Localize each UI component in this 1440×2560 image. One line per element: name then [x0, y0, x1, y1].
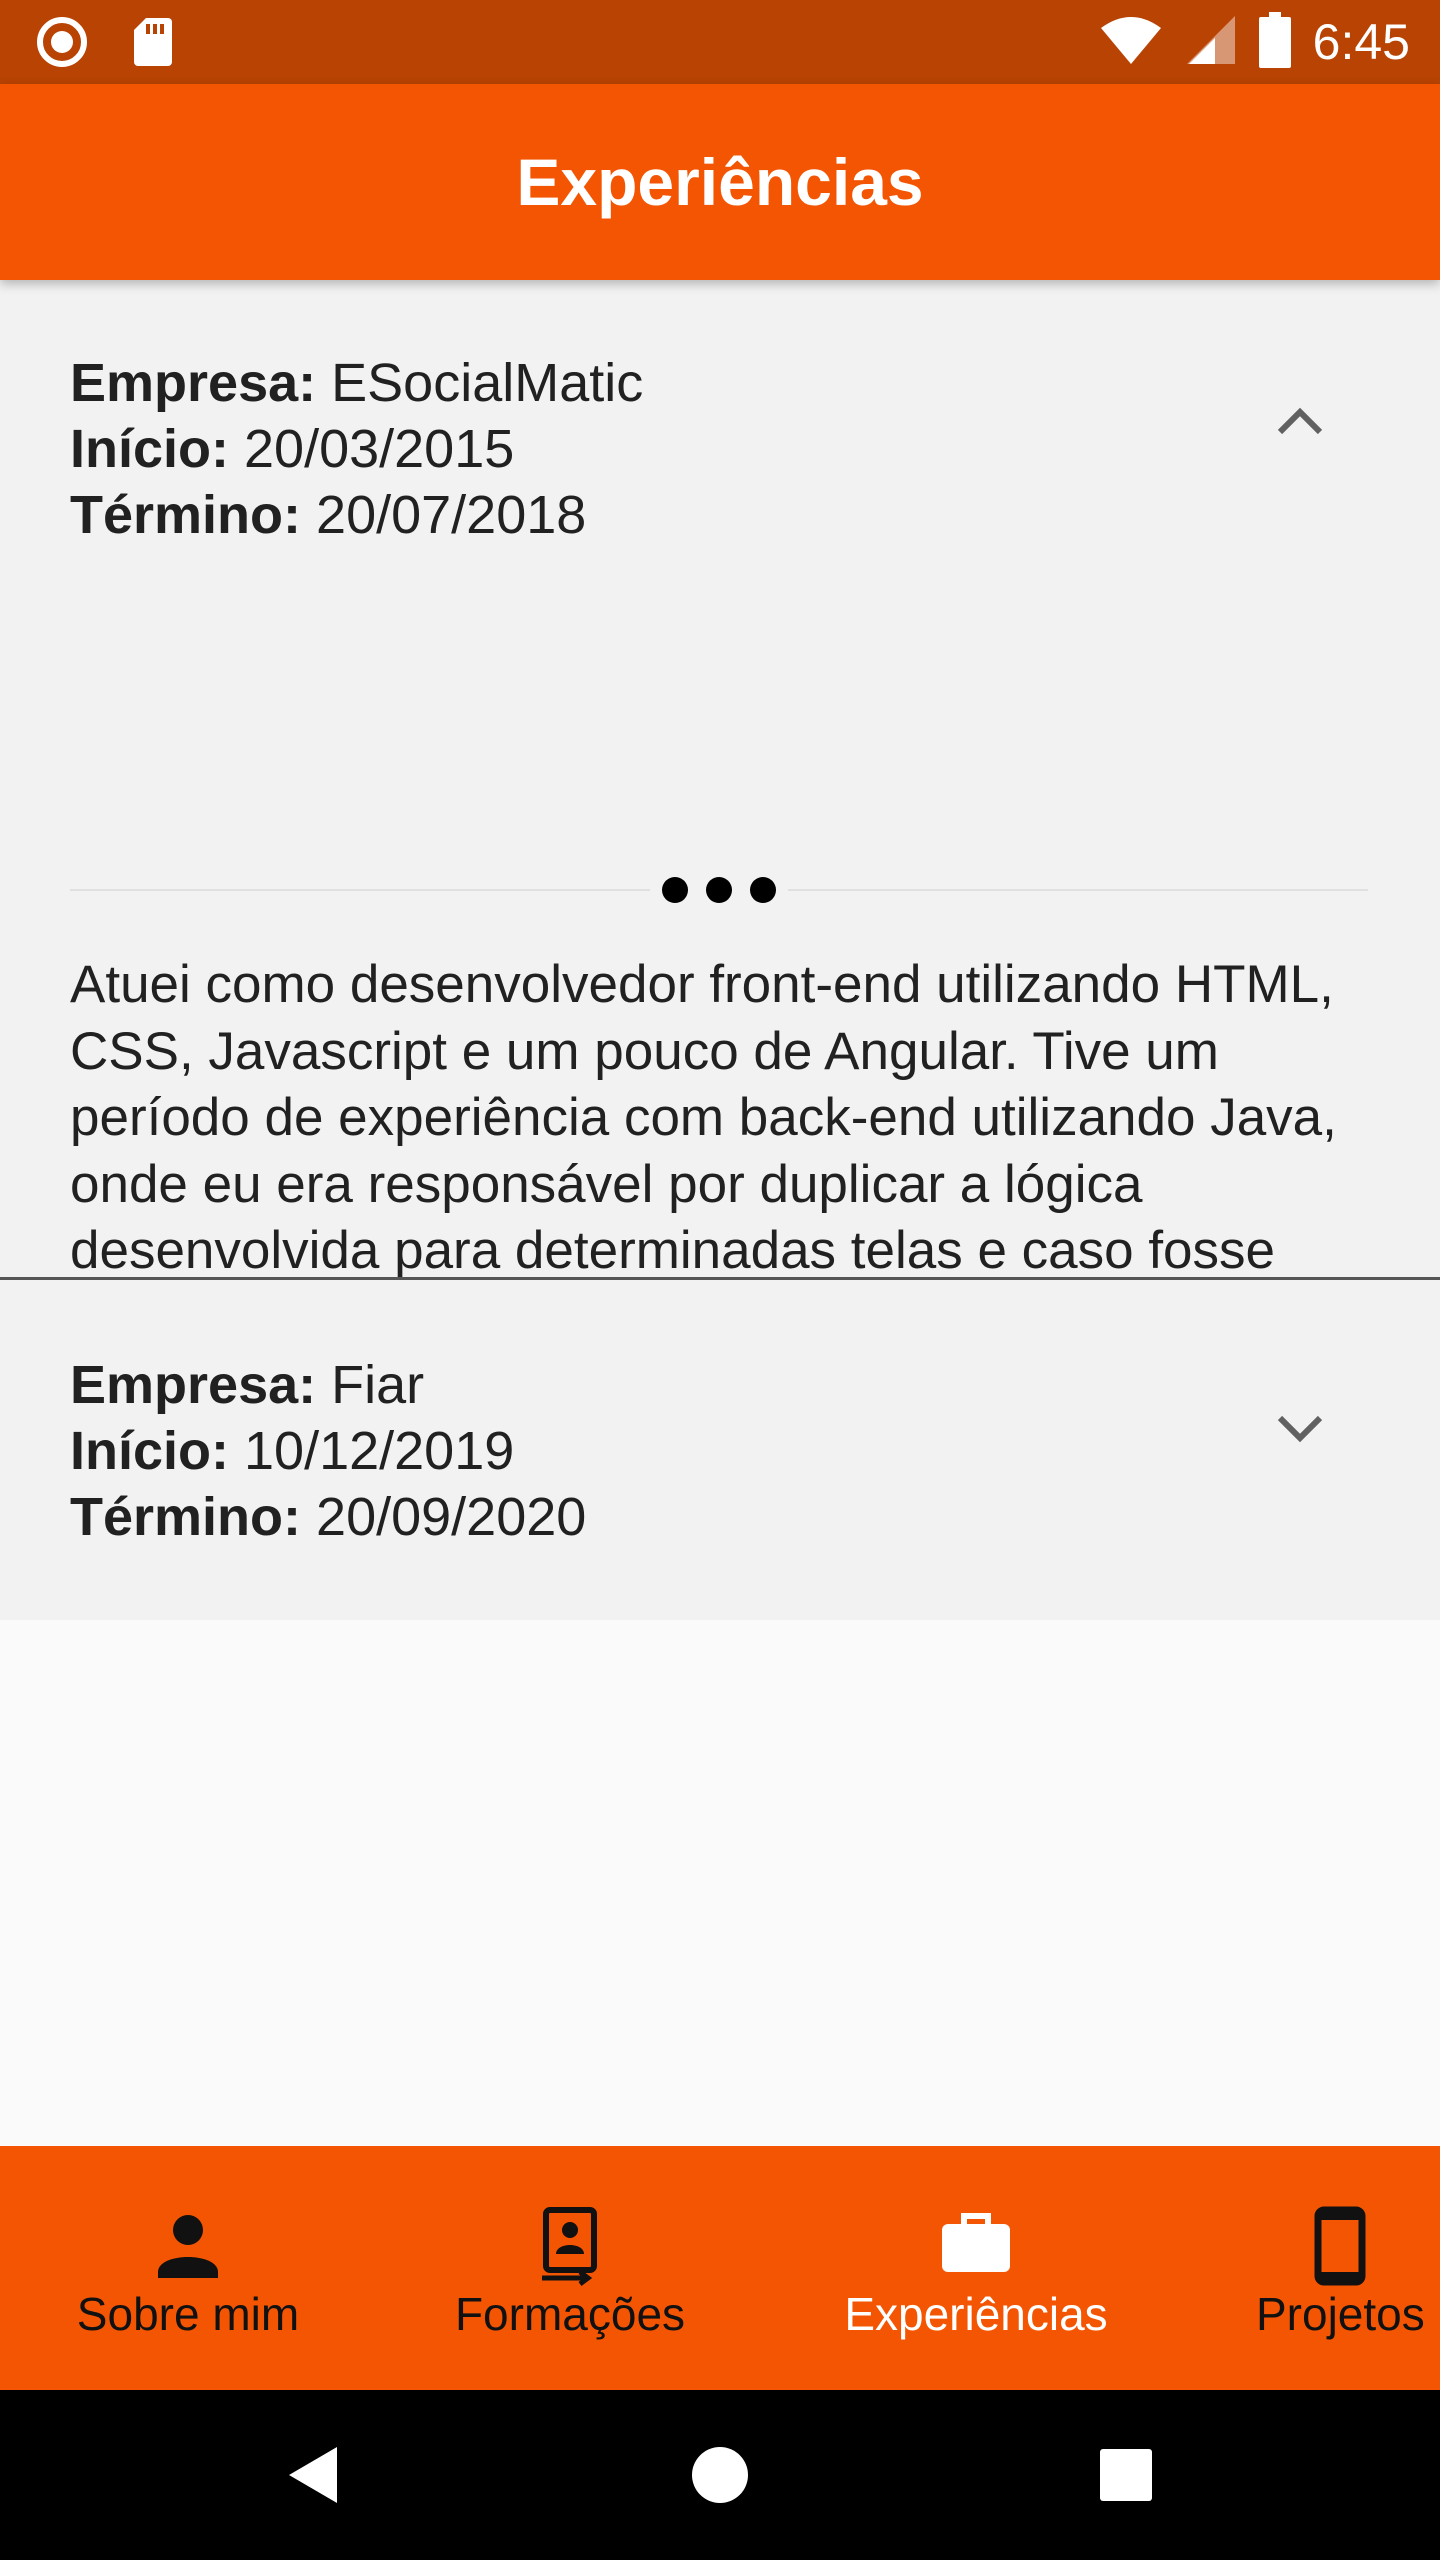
status-time: 6:45	[1312, 14, 1410, 70]
start-label: Início:	[70, 419, 229, 479]
app-bar: Experiências	[0, 84, 1440, 280]
start-date: 10/12/2019	[244, 1421, 515, 1481]
end-date: 20/09/2020	[316, 1487, 587, 1547]
sd-card-icon	[132, 16, 174, 73]
wifi-icon	[1099, 14, 1163, 71]
person-icon	[148, 2206, 228, 2286]
nav-item-projetos[interactable]: Projetos	[1250, 2146, 1440, 2390]
nav-item-experiencias[interactable]: Experiências	[826, 2146, 1126, 2390]
more-dots-icon	[650, 870, 788, 910]
start-date: 20/03/2015	[244, 419, 515, 479]
experience-panel-esocialmatic[interactable]: Empresa: ESocialMatic Início: 20/03/2015…	[0, 280, 1440, 1480]
record-icon	[36, 16, 88, 73]
smartphone-icon	[1300, 2206, 1380, 2286]
recents-icon[interactable]	[1086, 2435, 1166, 2515]
company-label: Empresa:	[70, 1355, 317, 1415]
nav-label: Formações	[454, 2288, 686, 2340]
battery-icon	[1258, 11, 1291, 73]
experience-header[interactable]: Empresa: ESocialMatic Início: 20/03/2015…	[70, 350, 643, 548]
chevron-down-icon[interactable]	[1270, 1398, 1330, 1458]
status-bar: 6:45	[0, 0, 1440, 84]
end-label: Término:	[70, 485, 302, 545]
company-value: ESocialMatic	[331, 353, 644, 413]
briefcase-icon	[936, 2206, 1016, 2286]
page-title: Experiências	[516, 145, 924, 219]
start-label: Início:	[70, 1421, 229, 1481]
bottom-navigation: Sobre mim Formações Experiências Projeto…	[0, 2146, 1440, 2390]
back-icon[interactable]	[275, 2435, 355, 2515]
experience-panel-fiar[interactable]: Empresa: Fiar Início: 10/12/2019 Término…	[0, 1280, 1440, 1620]
company-value: Fiar	[331, 1355, 425, 1415]
company-label: Empresa:	[70, 353, 317, 413]
chevron-up-icon[interactable]	[1270, 392, 1330, 452]
separator	[70, 870, 1368, 910]
nav-item-sobre-mim[interactable]: Sobre mim	[38, 2146, 338, 2390]
nav-label: Sobre mim	[76, 2288, 300, 2340]
contact-book-icon	[530, 2206, 610, 2286]
home-icon[interactable]	[680, 2435, 760, 2515]
nav-label: Experiências	[844, 2288, 1108, 2340]
end-date: 20/07/2018	[316, 485, 587, 545]
experience-header[interactable]: Empresa: Fiar Início: 10/12/2019 Término…	[70, 1352, 586, 1550]
signal-icon	[1185, 14, 1237, 71]
end-label: Término:	[70, 1487, 302, 1547]
system-navigation-bar	[0, 2390, 1440, 2560]
nav-item-formacoes[interactable]: Formações	[420, 2146, 720, 2390]
nav-label: Projetos	[1256, 2288, 1425, 2340]
